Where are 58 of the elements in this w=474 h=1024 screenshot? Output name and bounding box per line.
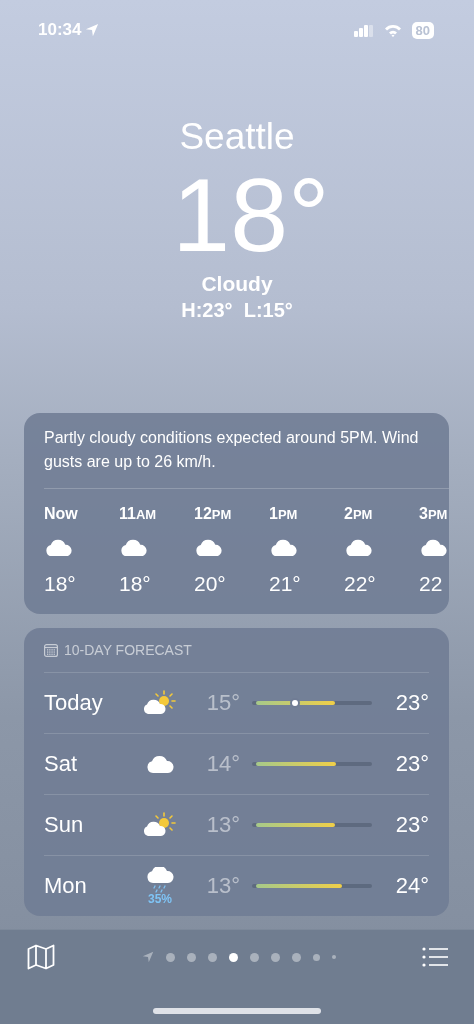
- current-temperature: 18°: [171, 159, 330, 271]
- cloud-icon: [44, 539, 73, 557]
- low-temperature: 15°: [205, 690, 240, 717]
- hour-temperature: 21°: [269, 572, 301, 597]
- status-time: 10:34: [38, 20, 82, 40]
- city-name: Seattle: [179, 115, 295, 159]
- day-name: Mon: [44, 873, 88, 900]
- page-dot[interactable]: [186, 952, 196, 962]
- cloud-icon: [145, 755, 175, 774]
- section-title: 10-DAY FORECAST: [64, 642, 192, 659]
- high-temperature: 23°: [394, 751, 429, 778]
- low-temperature: 14°: [205, 751, 240, 778]
- sun-behind-cloud-icon: [142, 812, 178, 839]
- cloud-icon: [419, 539, 448, 557]
- day-name: Sat: [44, 751, 79, 778]
- high-low-text: H:23° L:15°: [181, 298, 293, 323]
- high-temperature: 23°: [394, 812, 429, 839]
- location-arrow-icon: [85, 23, 100, 37]
- battery-level: 80: [411, 21, 434, 39]
- calendar-icon: [44, 643, 58, 657]
- cloud-icon: [269, 539, 298, 557]
- low-temperature: 13°: [205, 873, 240, 900]
- hour-temperature: 18°: [119, 572, 151, 597]
- signal-icon: [353, 23, 374, 37]
- condition-text: Cloudy: [201, 271, 273, 297]
- cloud-icon: [344, 539, 373, 557]
- hour-label: 3PM: [419, 505, 448, 523]
- page-dot[interactable]: [249, 952, 259, 962]
- low-temperature: 13°: [205, 812, 240, 839]
- precipitation-chance: 35%: [148, 892, 172, 906]
- high-temperature: 24°: [394, 873, 429, 900]
- page-dot[interactable]: [165, 952, 175, 962]
- day-name: Today: [44, 690, 104, 717]
- list-icon[interactable]: [422, 946, 448, 968]
- hour-temperature: 18°: [44, 572, 76, 597]
- page-dot[interactable]: [291, 952, 301, 962]
- page-dot[interactable]: [312, 953, 320, 961]
- hour-label: 1PM: [269, 505, 298, 523]
- map-icon[interactable]: [27, 944, 55, 970]
- hour-temperature: 22°: [344, 572, 376, 597]
- hour-label: 11AM: [119, 505, 157, 523]
- hour-temperature: 22: [419, 572, 443, 597]
- page-dot[interactable]: [228, 952, 238, 962]
- hour-label: 12PM: [194, 505, 232, 523]
- wifi-icon: [383, 23, 402, 37]
- page-dot[interactable]: [270, 952, 280, 962]
- hour-label: 2PM: [344, 505, 373, 523]
- hour-temperature: 20°: [194, 572, 226, 597]
- high-temperature: 23°: [394, 690, 429, 717]
- rain-cloud-icon: [145, 866, 175, 893]
- page-dot[interactable]: [331, 955, 336, 959]
- cloud-icon: [194, 539, 223, 557]
- cloud-icon: [119, 539, 148, 557]
- page-dot[interactable]: [207, 952, 217, 962]
- sun-behind-cloud-icon: [142, 690, 178, 717]
- day-name: Sun: [44, 812, 85, 839]
- forecast-summary: Partly cloudy conditions expected around 5PM. Wind gusts are up to 26 km/h.: [44, 413, 449, 489]
- hour-label: Now: [44, 505, 78, 523]
